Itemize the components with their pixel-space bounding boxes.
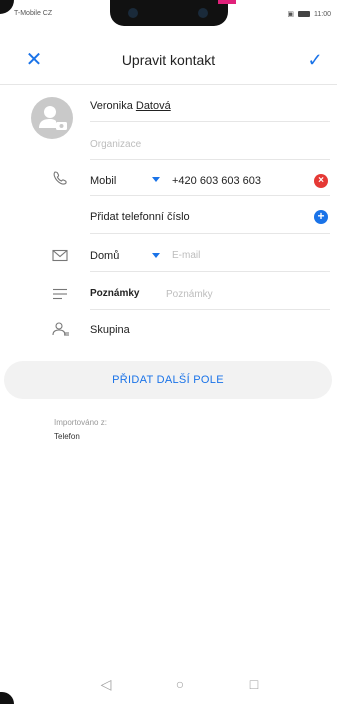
phone-type-select[interactable]: Mobil: [90, 175, 116, 187]
name-field[interactable]: Veronika Datová: [90, 100, 171, 112]
title-bar: ✕ Upravit kontakt ✓: [0, 44, 337, 78]
field-divider: [90, 271, 330, 272]
home-circle-icon[interactable]: ○: [170, 674, 190, 694]
navigation-bar: ◁ ○ □: [0, 664, 337, 704]
page-title: Upravit kontakt: [121, 52, 216, 68]
add-icon[interactable]: +: [314, 210, 328, 224]
phone-number-field[interactable]: +420 603 603 603: [172, 175, 261, 187]
last-name: Datová: [135, 100, 171, 112]
add-field-button[interactable]: PŘIDAT DALŠÍ POLE: [4, 361, 332, 399]
chevron-down-icon[interactable]: [152, 177, 160, 182]
field-divider: [90, 195, 330, 196]
check-icon[interactable]: ✓: [303, 48, 327, 72]
status-bar: T-Mobile CZ ▣ 11:00: [0, 6, 337, 20]
first-name: Veronika: [90, 100, 133, 112]
email-type-select[interactable]: Domů: [90, 250, 119, 262]
remove-icon[interactable]: ×: [314, 174, 328, 188]
add-phone-label[interactable]: Přidat telefonní číslo: [90, 211, 190, 223]
notes-label: Poznámky: [90, 288, 140, 299]
back-triangle-icon[interactable]: ◁: [96, 674, 116, 694]
recent-square-icon[interactable]: □: [244, 674, 264, 694]
carrier-label: T-Mobile CZ: [14, 10, 53, 17]
import-source-value: Telefon: [54, 432, 80, 441]
chevron-down-icon[interactable]: [152, 253, 160, 258]
envelope-icon: [52, 249, 68, 267]
email-field[interactable]: E-mail: [172, 250, 200, 261]
clock: 11:00: [314, 10, 331, 18]
battery-icon: [298, 11, 310, 17]
notes-field[interactable]: Poznámky: [166, 289, 213, 300]
import-source-label: Importováno z:: [54, 418, 107, 427]
field-divider: [90, 309, 330, 310]
phone-icon: [52, 170, 68, 191]
sim-icon: ▣: [287, 11, 294, 18]
field-divider: [90, 121, 330, 122]
field-divider: [90, 159, 330, 160]
group-icon: [52, 322, 70, 341]
add-photo-avatar-icon[interactable]: [31, 97, 73, 139]
notes-icon: [52, 287, 68, 305]
header-divider: [0, 84, 337, 85]
status-right: ▣ 11:00: [287, 10, 331, 19]
phone-screen: T-Mobile CZ ▣ 11:00 ✕ Upravit kontakt ✓ …: [0, 0, 337, 704]
group-field[interactable]: Skupina: [90, 324, 130, 336]
tutorial-marker: [218, 0, 236, 4]
organization-field[interactable]: Organizace: [90, 139, 141, 150]
field-divider: [90, 233, 330, 234]
